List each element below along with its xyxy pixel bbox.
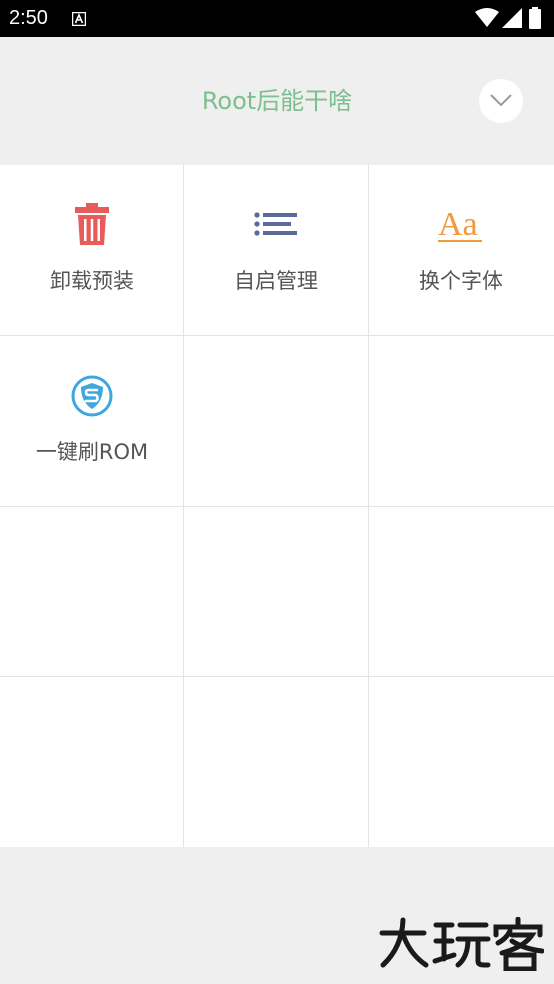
grid-item-change-font[interactable]: Aa 换个字体 (369, 165, 553, 335)
grid-item-startup-manager[interactable]: 自启管理 (184, 165, 368, 335)
list-icon (184, 203, 368, 247)
grid-divider (0, 676, 554, 677)
battery-icon (529, 7, 541, 33)
page-title: Root后能干啥 (201, 87, 353, 115)
grid-item-flash-rom[interactable]: 一键刷ROM (0, 336, 184, 506)
shield-icon (0, 374, 184, 418)
status-time: 2:50 (9, 7, 48, 29)
svg-text:Aa: Aa (438, 206, 478, 243)
grid-item-label: 换个字体 (419, 269, 503, 293)
wifi-icon (475, 8, 499, 32)
feature-grid: 卸载预装 自启管理 Aa 换个字体 一键刷ROM (0, 165, 554, 847)
collapse-button[interactable] (479, 79, 523, 123)
chevron-down-icon (490, 94, 512, 107)
grid-item-label: 自启管理 (234, 269, 318, 293)
grid-item-uninstall-preinstalled[interactable]: 卸载预装 (0, 165, 184, 335)
trash-icon (0, 203, 184, 247)
status-bar: 2:50 (0, 0, 554, 37)
grid-item-label: 一键刷ROM (35, 440, 149, 464)
watermark-logo (378, 916, 545, 975)
grid-divider (0, 506, 554, 507)
cellular-signal-icon (502, 8, 522, 32)
a-letter-icon (71, 11, 87, 30)
grid-item-label: 卸载预装 (50, 269, 134, 293)
footer (0, 847, 554, 984)
font-icon: Aa (369, 203, 553, 247)
header: Root后能干啥 (0, 37, 554, 165)
